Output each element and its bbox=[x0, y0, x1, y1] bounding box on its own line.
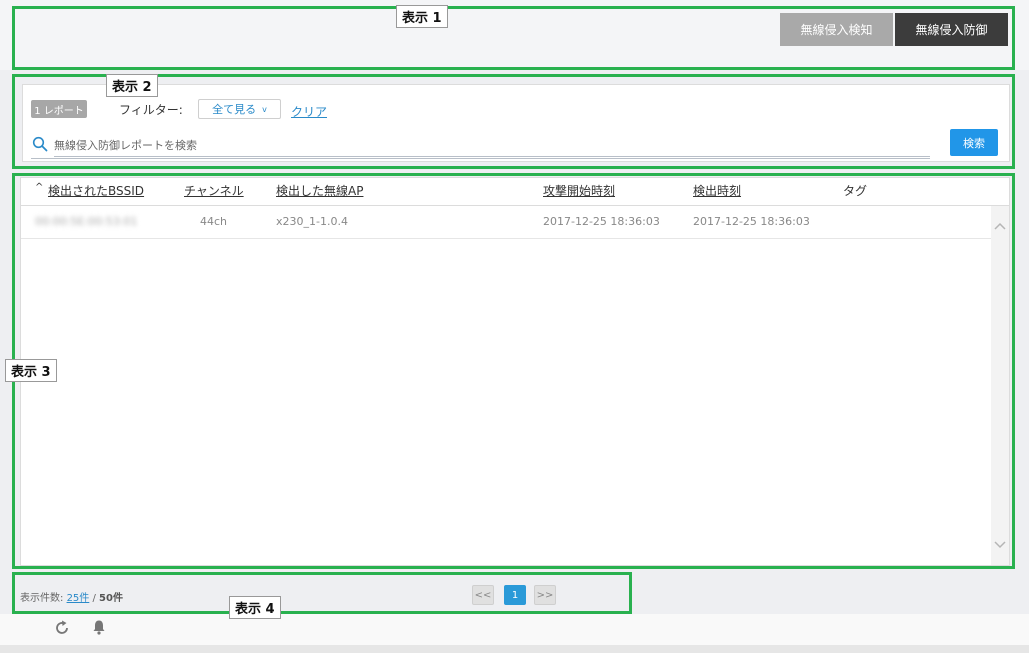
annotation-label-2: 表示 2 bbox=[106, 74, 158, 97]
annotation-box-4 bbox=[12, 572, 632, 614]
footer-bar bbox=[0, 614, 1029, 645]
annotation-label-1: 表示 1 bbox=[396, 5, 448, 28]
bell-icon[interactable] bbox=[92, 619, 106, 635]
annotation-label-3: 表示 3 bbox=[5, 359, 57, 382]
annotation-label-4: 表示 4 bbox=[229, 596, 281, 619]
annotation-box-3 bbox=[12, 173, 1015, 569]
annotation-box-1 bbox=[12, 6, 1015, 70]
refresh-icon[interactable] bbox=[54, 620, 70, 636]
annotation-box-2 bbox=[12, 74, 1015, 169]
footer-bottom-strip bbox=[0, 645, 1029, 653]
